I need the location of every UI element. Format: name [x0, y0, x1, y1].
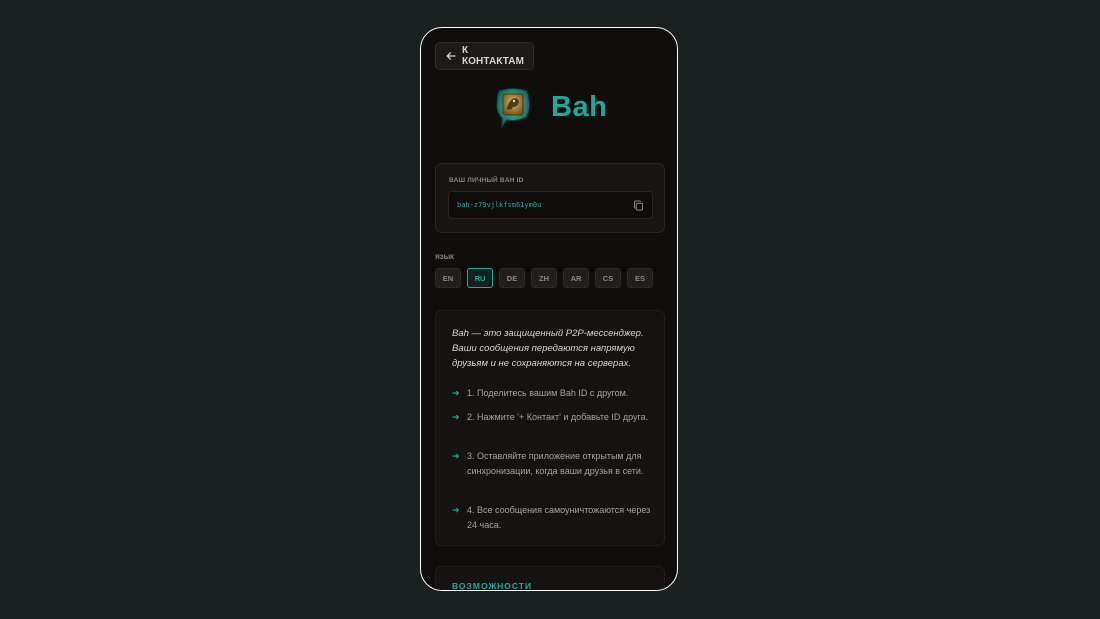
language-option-zh[interactable]: ZH [531, 268, 557, 288]
language-option-ru[interactable]: RU [467, 268, 493, 288]
step-item: ➔ 1. Поделитесь вашим Bah ID с другом. [452, 386, 657, 401]
phone-frame: К КОНТАКТАМ Bah ВАШ ЛИЧНЫЙ BAH ID bah-z7… [420, 27, 678, 591]
step-text: 1. Поделитесь вашим Bah ID с другом. [467, 388, 629, 398]
arrow-right-icon: ➔ [452, 412, 460, 422]
step-item: ➔ 4. Все сообщения самоуничтожаются чере… [452, 503, 657, 533]
arrow-right-icon: ➔ [452, 388, 460, 398]
back-to-contacts-button[interactable]: К КОНТАКТАМ [435, 42, 534, 70]
bah-id-label: ВАШ ЛИЧНЫЙ BAH ID [449, 177, 524, 184]
features-card: ВОЗМОЖНОСТИ [435, 566, 665, 591]
language-label: ЯЗЫК [435, 254, 455, 261]
language-option-es[interactable]: ES [627, 268, 653, 288]
back-button-label: К КОНТАКТАМ [461, 45, 525, 67]
bah-id-field[interactable]: bah-z79vjlkfsm61ym0u [448, 191, 653, 219]
intro-text: Bah — это защищенный P2P-мессенджер. Ваш… [452, 328, 644, 369]
arrow-right-icon: ➔ [452, 451, 460, 461]
language-option-de[interactable]: DE [499, 268, 525, 288]
step-item: ➔ 2. Нажмите '+ Контакт' и добавьте ID д… [452, 410, 657, 425]
brand-name: Bah [551, 90, 608, 123]
bah-id-value: bah-z79vjlkfsm61ym0u [457, 201, 542, 209]
brand: Bah [493, 85, 607, 129]
features-title: ВОЗМОЖНОСТИ [452, 581, 533, 591]
app-logo-icon [496, 88, 530, 129]
copy-icon[interactable] [633, 200, 644, 211]
language-option-en[interactable]: EN [435, 268, 461, 288]
language-option-ar[interactable]: AR [563, 268, 589, 288]
step-item: ➔ 3. Оставляйте приложение открытым для … [452, 449, 657, 479]
bah-id-card: ВАШ ЛИЧНЫЙ BAH ID bah-z79vjlkfsm61ym0u [435, 163, 665, 233]
language-selector: EN RU DE ZH AR CS ES [435, 268, 659, 288]
step-text: 4. Все сообщения самоуничтожаются через … [467, 505, 651, 530]
language-option-cs[interactable]: CS [595, 268, 621, 288]
step-text: 3. Оставляйте приложение открытым для си… [467, 451, 644, 476]
arrow-right-icon: ➔ [452, 505, 460, 515]
arrow-left-icon [446, 52, 456, 60]
step-text: 2. Нажмите '+ Контакт' и добавьте ID дру… [467, 412, 649, 422]
info-card: Bah — это защищенный P2P-мессенджер. Ваш… [435, 310, 665, 546]
